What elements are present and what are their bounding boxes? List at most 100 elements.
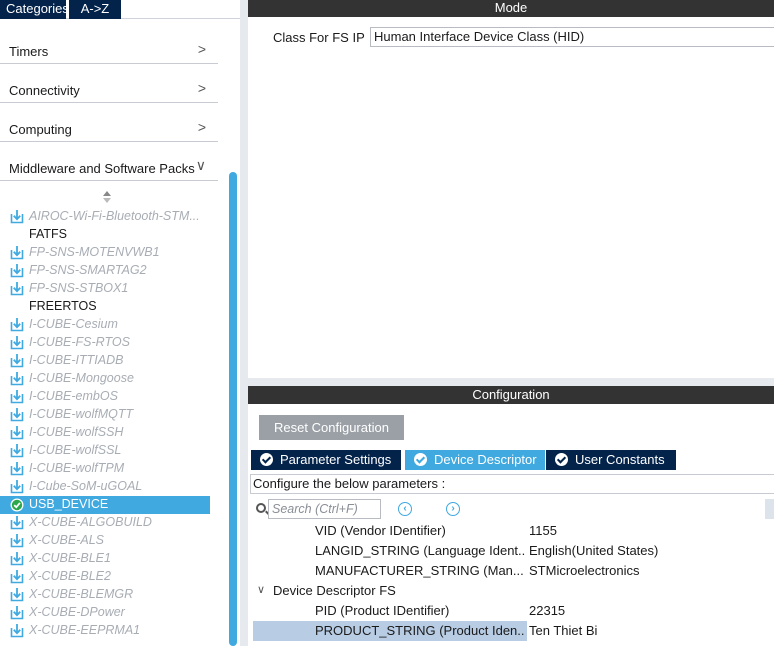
tab-user-constants[interactable]: User Constants <box>546 450 676 470</box>
search-icon <box>256 503 266 513</box>
check-circle-icon <box>260 453 273 466</box>
pack-label: X-CUBE-BLE1 <box>29 551 111 565</box>
chevron-right-icon: > <box>197 119 206 135</box>
pack-item[interactable]: I-Cube-SoM-uGOAL <box>0 478 210 496</box>
download-icon <box>10 390 24 404</box>
pack-item[interactable]: AIROC-Wi-Fi-Bluetooth-STM... <box>0 208 210 226</box>
left-panel: Categories A->Z Timers > Connectivity > … <box>0 0 240 646</box>
chevron-down-icon: ∨ <box>257 584 266 596</box>
configure-hint: Configure the below parameters : <box>250 474 774 494</box>
download-icon <box>10 336 24 350</box>
category-computing[interactable]: Computing > <box>0 103 218 142</box>
tab-label: User Constants <box>575 452 665 467</box>
parameter-value[interactable]: Ten Thiet Bi <box>529 623 597 638</box>
pack-item[interactable]: FP-SNS-MOTENVWB1 <box>0 244 210 262</box>
pack-item[interactable]: I-CUBE-embOS <box>0 388 210 406</box>
download-icon <box>10 264 24 278</box>
chevron-right-icon: > <box>197 41 206 57</box>
sort-icon[interactable] <box>101 191 113 205</box>
pack-item[interactable]: I-CUBE-wolfSSL <box>0 442 210 460</box>
configuration-header: Configuration <box>248 386 774 404</box>
pack-item[interactable]: I-CUBE-Cesium <box>0 316 210 334</box>
parameter-name: VID (Vendor IDentifier) <box>315 523 446 538</box>
parameter-value: STMicroelectronics <box>529 563 640 578</box>
tab-categories[interactable]: Categories <box>0 0 69 19</box>
parameter-row[interactable]: PID (Product IDentifier) 22315 <box>253 601 774 621</box>
pack-item[interactable]: X-CUBE-BLE2 <box>0 568 210 586</box>
category-middleware[interactable]: Middleware and Software Packs ∨ <box>0 142 218 181</box>
parameter-row[interactable]: MANUFACTURER_STRING (Man... STMicroelect… <box>253 561 774 581</box>
category-timers[interactable]: Timers > <box>0 25 218 64</box>
tab-device-descriptor[interactable]: Device Descriptor <box>405 450 545 470</box>
category-label: Middleware and Software Packs <box>9 161 195 176</box>
pack-item[interactable]: X-CUBE-BLE1 <box>0 550 210 568</box>
download-icon <box>10 516 24 530</box>
download-icon <box>10 570 24 584</box>
pane-divider-horizontal[interactable] <box>248 378 774 386</box>
pack-item[interactable]: FATFS <box>0 226 210 244</box>
pack-item[interactable]: X-CUBE-EEPRMA1 <box>0 622 210 640</box>
chevron-right-icon: > <box>197 80 206 96</box>
pack-label: I-CUBE-wolfSSL <box>29 443 122 457</box>
download-icon <box>10 588 24 602</box>
pack-item[interactable]: USB_DEVICE <box>0 496 210 514</box>
pack-item[interactable]: I-CUBE-wolfSSH <box>0 424 210 442</box>
pack-item[interactable]: FREERTOS <box>0 298 210 316</box>
pack-item[interactable]: FP-SNS-SMARTAG2 <box>0 262 210 280</box>
sort-down-icon <box>103 198 111 203</box>
pack-label: I-CUBE-Mongoose <box>29 371 134 385</box>
pack-label: FREERTOS <box>29 299 97 313</box>
pack-item[interactable]: I-CUBE-wolfTPM <box>0 460 210 478</box>
pack-label: X-CUBE-EEPRMA1 <box>29 623 141 637</box>
tab-parameter-settings[interactable]: Parameter Settings <box>251 450 401 470</box>
download-icon <box>10 426 24 440</box>
download-icon <box>10 408 24 422</box>
mode-header: Mode <box>248 0 774 17</box>
pane-divider[interactable] <box>240 0 248 646</box>
parameter-value: 22315 <box>529 603 566 618</box>
class-for-fs-ip-select[interactable]: Human Interface Device Class (HID) <box>370 27 774 47</box>
left-scrollbar[interactable] <box>229 172 237 646</box>
pack-label: FP-SNS-STBOX1 <box>29 281 129 295</box>
right-scrollbar[interactable] <box>765 499 774 519</box>
pack-label: X-CUBE-DPower <box>29 605 125 619</box>
parameter-row[interactable]: LANGID_STRING (Language Ident... English… <box>253 541 774 561</box>
tab-label: Device Descriptor <box>434 452 537 467</box>
pack-item[interactable]: X-CUBE-ALS <box>0 532 210 550</box>
parameter-group[interactable]: ∨ Device Descriptor FS <box>253 581 774 601</box>
download-icon <box>10 480 24 494</box>
download-icon <box>10 462 24 476</box>
next-match-button[interactable]: › <box>446 502 460 516</box>
download-icon <box>10 210 24 224</box>
download-icon <box>10 534 24 548</box>
pack-item[interactable]: I-CUBE-Mongoose <box>0 370 210 388</box>
sort-up-icon <box>103 191 111 196</box>
pack-label: I-CUBE-embOS <box>29 389 118 403</box>
search-input[interactable] <box>268 499 381 519</box>
parameter-name: PRODUCT_STRING (Product Iden... <box>315 623 525 638</box>
pack-item[interactable]: X-CUBE-ALGOBUILD <box>0 514 210 532</box>
reset-configuration-button[interactable]: Reset Configuration <box>259 415 404 440</box>
pack-item[interactable]: X-CUBE-DPower <box>0 604 210 622</box>
pack-label: I-CUBE-wolfSSH <box>29 425 124 439</box>
pack-item[interactable]: FP-SNS-STBOX1 <box>0 280 210 298</box>
parameter-row-selected[interactable]: PRODUCT_STRING (Product Iden... Ten Thie… <box>253 621 774 641</box>
pack-item[interactable]: I-CUBE-FS-RTOS <box>0 334 210 352</box>
pack-label: I-CUBE-wolfTPM <box>29 461 125 475</box>
check-circle-icon <box>10 498 24 512</box>
parameter-name: MANUFACTURER_STRING (Man... <box>315 563 524 578</box>
category-connectivity[interactable]: Connectivity > <box>0 64 218 103</box>
tab-a-to-z[interactable]: A->Z <box>69 0 121 19</box>
pack-label: I-CUBE-wolfMQTT <box>29 407 134 421</box>
pack-label: X-CUBE-ALS <box>29 533 105 547</box>
parameter-row[interactable]: VID (Vendor IDentifier) 1155 <box>253 521 774 541</box>
pack-label: I-CUBE-FS-RTOS <box>29 335 130 349</box>
pack-item[interactable]: X-CUBE-BLEMGR <box>0 586 210 604</box>
previous-match-button[interactable]: ‹ <box>398 502 412 516</box>
pack-label: X-CUBE-BLEMGR <box>29 587 134 601</box>
pack-item[interactable]: I-CUBE-wolfMQTT <box>0 406 210 424</box>
download-icon <box>10 444 24 458</box>
class-for-fs-ip-label: Class For FS IP <box>273 30 365 45</box>
pack-item[interactable]: I-CUBE-ITTIADB <box>0 352 210 370</box>
category-label: Connectivity <box>9 83 80 98</box>
